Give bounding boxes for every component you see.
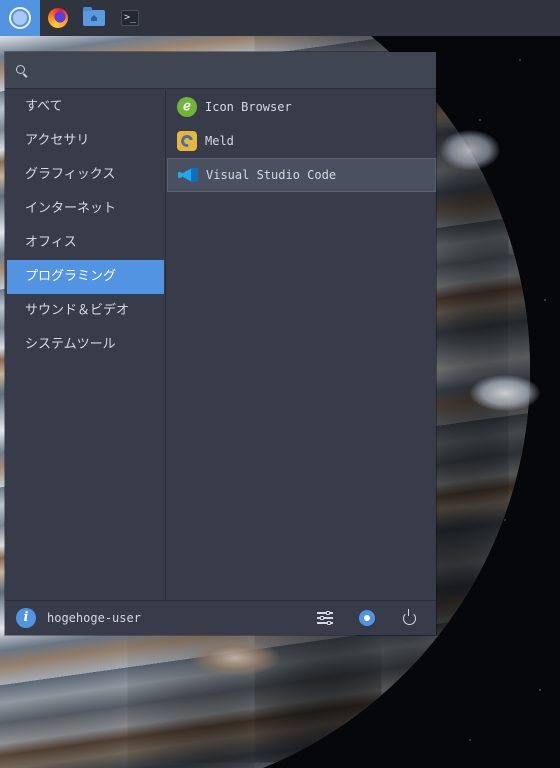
category-all[interactable]: すべて: [5, 90, 165, 124]
lock-screen-button[interactable]: [352, 603, 382, 633]
settings-button[interactable]: [310, 603, 340, 633]
user-info-icon: i: [16, 608, 36, 628]
lock-screen-icon: [359, 610, 375, 626]
meld-icon: [177, 131, 197, 151]
app-item-meld[interactable]: Meld: [167, 124, 436, 158]
user-name: hogehoge-user: [47, 611, 141, 625]
storm-swirl: [470, 375, 540, 411]
firefox-icon: [48, 8, 68, 28]
storm-swirl: [190, 640, 280, 676]
power-button[interactable]: [394, 603, 424, 633]
storm-swirl: [440, 130, 500, 170]
category-graphics[interactable]: グラフィックス: [5, 158, 165, 192]
category-accessories[interactable]: アクセサリ: [5, 124, 165, 158]
app-label: Meld: [205, 134, 234, 148]
category-list: すべて アクセサリ グラフィックス インターネット オフィス プログラミング サ…: [5, 90, 166, 600]
search-icon: [16, 65, 25, 74]
category-system-tools[interactable]: システムツール: [5, 328, 165, 362]
menu-footer: i hogehoge-user: [5, 600, 436, 635]
application-menu: すべて アクセサリ グラフィックス インターネット オフィス プログラミング サ…: [5, 52, 436, 635]
category-programming[interactable]: プログラミング: [7, 260, 164, 294]
search-bar: [5, 52, 436, 89]
whisker-menu-icon: [9, 7, 31, 29]
app-item-vscode[interactable]: Visual Studio Code: [167, 158, 436, 192]
settings-sliders-icon: [317, 610, 333, 625]
terminal-launcher[interactable]: >_: [112, 0, 148, 36]
icon-browser-icon: ℯ: [177, 97, 197, 117]
file-manager-launcher[interactable]: [76, 0, 112, 36]
firefox-launcher[interactable]: [40, 0, 76, 36]
terminal-icon: >_: [121, 10, 139, 26]
file-manager-icon: [83, 7, 105, 26]
search-input[interactable]: [35, 58, 429, 84]
application-list: ℯ Icon Browser Meld Visual Studio Code: [167, 90, 436, 600]
vscode-icon: [178, 165, 198, 185]
power-icon: [402, 608, 416, 625]
category-sound-video[interactable]: サウンド＆ビデオ: [5, 294, 165, 328]
app-label: Icon Browser: [205, 100, 292, 114]
whisker-menu-button[interactable]: [0, 0, 40, 36]
top-panel: >_: [0, 0, 560, 36]
category-internet[interactable]: インターネット: [5, 192, 165, 226]
app-item-icon-browser[interactable]: ℯ Icon Browser: [167, 90, 436, 124]
category-office[interactable]: オフィス: [5, 226, 165, 260]
app-label: Visual Studio Code: [206, 168, 337, 182]
